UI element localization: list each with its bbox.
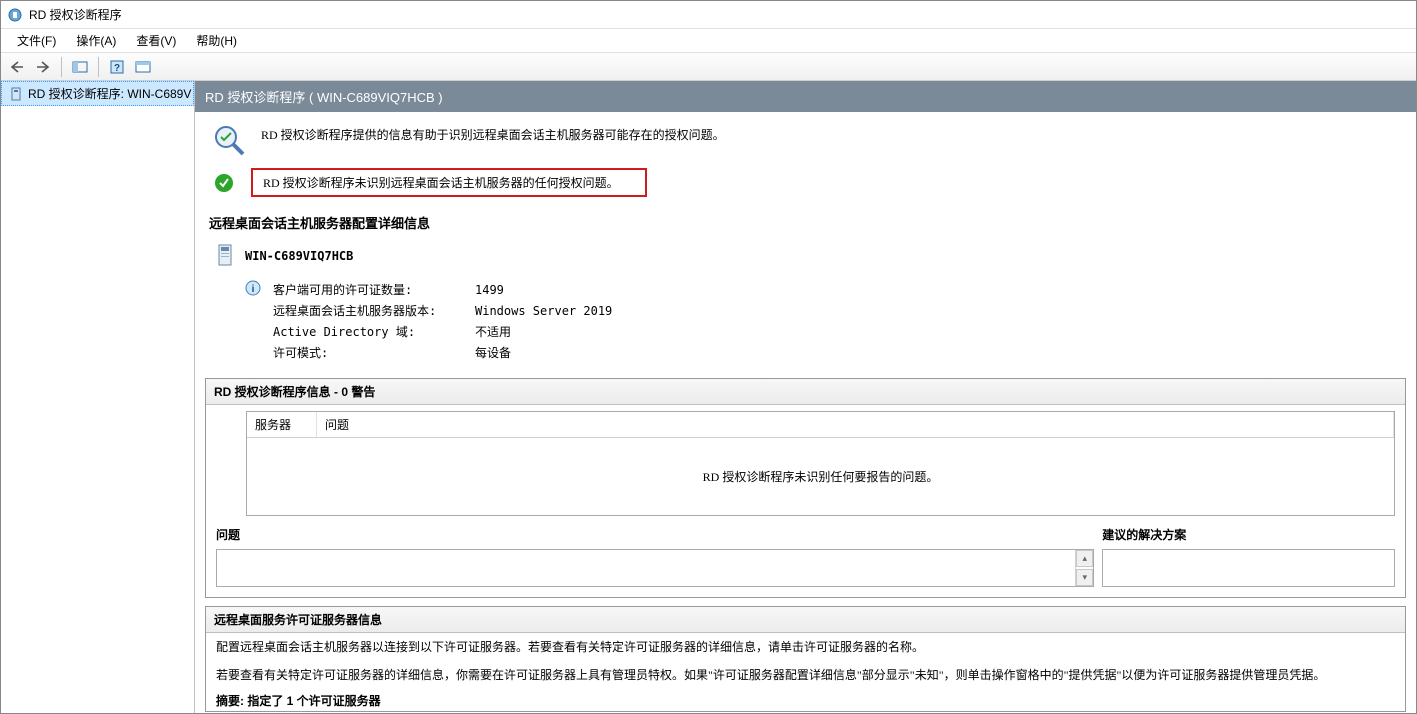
toolbar-separator [98,57,99,77]
status-message-box: RD 授权诊断程序未识别远程桌面会话主机服务器的任何授权问题。 [251,168,647,197]
svg-text:?: ? [114,63,120,74]
server-icon [8,86,24,102]
console-tree-button[interactable] [68,56,92,78]
view-button[interactable] [131,56,155,78]
issue-heading: 问题 [216,524,1094,549]
window-title-bar: RD 授权诊断程序 [1,1,1416,29]
tree-item-rd-diag[interactable]: RD 授权诊断程序: WIN-C689V [1,81,194,106]
server-name: WIN-C689VIQ7HCB [245,249,353,263]
kv-key: Active Directory 域: [273,322,473,341]
scroll-up-button[interactable]: ▴ [1076,550,1093,567]
toolbar-separator [61,57,62,77]
content-header: RD 授权诊断程序 ( WIN-C689VIQ7HCB ) [195,81,1416,112]
issue-box[interactable]: ▴ ▾ [216,549,1094,587]
app-icon [7,7,23,23]
intro-text: RD 授权诊断程序提供的信息有助于识别远程桌面会话主机服务器可能存在的授权问题。 [261,122,725,143]
info-icon: i [245,280,261,296]
scroll-down-button[interactable]: ▾ [1076,569,1093,586]
table-row: 远程桌面会话主机服务器版本: Windows Server 2019 [273,301,612,320]
arrow-right-icon [35,60,51,74]
menu-file[interactable]: 文件(F) [7,29,66,52]
grid-empty-message: RD 授权诊断程序未识别任何要报告的问题。 [247,438,1394,515]
config-heading: 远程桌面会话主机服务器配置详细信息 [195,207,1416,238]
problems-grid[interactable]: 服务器 问题 RD 授权诊断程序未识别任何要报告的问题。 [246,411,1395,516]
computer-icon [215,242,235,270]
panel-icon [72,60,88,74]
tree-pane: RD 授权诊断程序: WIN-C689V [1,81,195,713]
menu-action[interactable]: 操作(A) [66,29,126,52]
diagnostics-icon [211,122,247,158]
diagnostics-panel-title: RD 授权诊断程序信息 - 0 警告 [206,379,1405,405]
kv-value: 每设备 [475,343,612,362]
kv-value: Windows Server 2019 [475,301,612,320]
scrollbar[interactable]: ▴ ▾ [1075,550,1093,586]
license-panel-title: 远程桌面服务许可证服务器信息 [206,607,1405,633]
menu-bar: 文件(F) 操作(A) 查看(V) 帮助(H) [1,29,1416,53]
license-text-1: 配置远程桌面会话主机服务器以连接到以下许可证服务器。若要查看有关特定许可证服务器… [206,633,1405,661]
svg-text:i: i [252,284,255,295]
menu-view[interactable]: 查看(V) [126,29,186,52]
content-pane: RD 授权诊断程序 ( WIN-C689VIQ7HCB ) RD 授权诊断程序提… [195,81,1416,713]
license-text-2: 若要查看有关特定许可证服务器的详细信息，你需要在许可证服务器上具有管理员特权。如… [206,661,1405,689]
solution-heading: 建议的解决方案 [1102,524,1395,549]
back-button[interactable] [5,56,29,78]
kv-key: 远程桌面会话主机服务器版本: [273,301,473,320]
table-row: 客户端可用的许可证数量: 1499 [273,280,612,299]
grid-col-server[interactable]: 服务器 [247,412,317,437]
grid-col-problem[interactable]: 问题 [317,412,1394,437]
arrow-left-icon [9,60,25,74]
window-title: RD 授权诊断程序 [29,6,122,23]
config-details-table: 客户端可用的许可证数量: 1499 远程桌面会话主机服务器版本: Windows… [271,278,614,364]
diagnostics-panel: RD 授权诊断程序信息 - 0 警告 服务器 问题 RD 授权诊断程序未识别任何… [205,378,1406,598]
menu-help[interactable]: 帮助(H) [186,29,247,52]
table-row: Active Directory 域: 不适用 [273,322,612,341]
kv-value: 1499 [475,280,612,299]
kv-key: 客户端可用的许可证数量: [273,280,473,299]
solution-box[interactable] [1102,549,1395,587]
ok-icon [215,174,233,192]
license-server-panel: 远程桌面服务许可证服务器信息 配置远程桌面会话主机服务器以连接到以下许可证服务器… [205,606,1406,712]
window-icon [135,60,151,74]
tree-item-label: RD 授权诊断程序: WIN-C689V [28,85,191,102]
status-message: RD 授权诊断程序未识别远程桌面会话主机服务器的任何授权问题。 [263,176,619,190]
help-button[interactable]: ? [105,56,129,78]
kv-key: 许可模式: [273,343,473,362]
table-row: 许可模式: 每设备 [273,343,612,362]
license-summary: 摘要: 指定了 1 个许可证服务器 [206,690,1405,711]
forward-button[interactable] [31,56,55,78]
kv-value: 不适用 [475,322,612,341]
help-icon: ? [109,59,125,75]
toolbar: ? [1,53,1416,81]
